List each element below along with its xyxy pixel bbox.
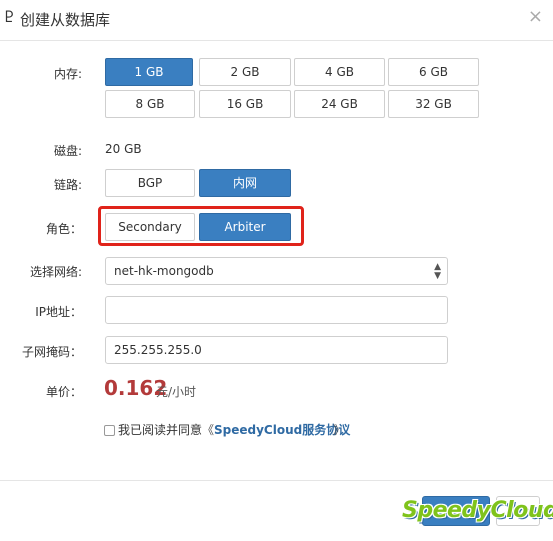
speedycloud-watermark: SpeedyCloud® xyxy=(402,498,553,523)
ip-address-input[interactable] xyxy=(105,296,448,324)
memory-option-2gb[interactable]: 2 GB xyxy=(199,58,291,86)
select-arrows-icon: ▲ ▼ xyxy=(434,262,441,281)
memory-label: 内存: xyxy=(53,67,82,81)
database-icon: Ⴒ xyxy=(5,10,14,26)
memory-option-24gb[interactable]: 24 GB xyxy=(294,90,385,118)
link-label: 链路: xyxy=(53,178,82,192)
dialog-header: Ⴒ 创建从数据库 × xyxy=(0,0,553,41)
agreement-link[interactable]: SpeedyCloud服务协议 xyxy=(214,421,350,438)
network-select[interactable]: net-hk-mongodb ▲ ▼ xyxy=(105,257,448,285)
role-label: 角色： xyxy=(45,222,82,236)
memory-option-4gb[interactable]: 4 GB xyxy=(294,58,385,86)
subnet-mask-input[interactable]: 255.255.255.0 xyxy=(105,336,448,364)
disk-label: 磁盘: xyxy=(53,144,82,158)
memory-option-16gb[interactable]: 16 GB xyxy=(199,90,291,118)
memory-option-6gb[interactable]: 6 GB xyxy=(388,58,479,86)
agree-close-quote: 》 xyxy=(333,423,346,437)
agree-checkbox[interactable] xyxy=(104,425,115,436)
ip-label: IP地址： xyxy=(35,305,82,319)
role-option-secondary[interactable]: Secondary xyxy=(105,213,195,241)
subnet-label: 子网掩码： xyxy=(21,345,82,359)
memory-option-1gb[interactable]: 1 GB xyxy=(105,58,193,86)
link-option-intranet[interactable]: 内网 xyxy=(199,169,291,197)
price-label: 单价： xyxy=(45,385,82,399)
role-option-arbiter[interactable]: Arbiter xyxy=(199,213,291,241)
network-select-value: net-hk-mongodb xyxy=(114,264,214,278)
dialog-title: 创建从数据库 xyxy=(20,11,111,29)
price-unit: 元/小时 xyxy=(156,385,197,399)
network-label: 选择网络: xyxy=(29,265,82,279)
agree-text: 我已阅读并同意 xyxy=(118,423,203,437)
memory-option-8gb[interactable]: 8 GB xyxy=(105,90,195,118)
agree-open-quote: 《 xyxy=(202,423,215,437)
link-option-bgp[interactable]: BGP xyxy=(105,169,195,197)
close-icon[interactable]: × xyxy=(528,6,543,27)
disk-value: 20 GB xyxy=(105,142,142,156)
memory-option-32gb[interactable]: 32 GB xyxy=(388,90,479,118)
